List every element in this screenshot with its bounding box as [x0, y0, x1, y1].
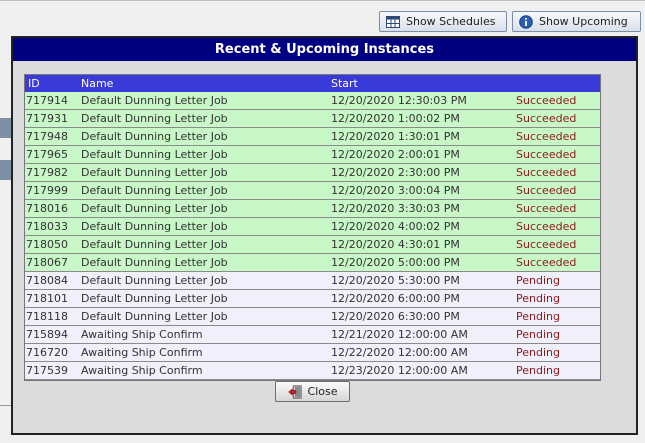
- row-start-cell: 12/20/2020 3:00:04 PM: [331, 184, 460, 197]
- row-start-cell: 12/20/2020 5:30:00 PM: [331, 274, 460, 287]
- instances-grid: ID Name Start 717914 Default Dunning Lett…: [24, 74, 601, 381]
- row-start-cell: 12/20/2020 12:30:03 PM: [331, 94, 467, 107]
- schedule-grid-icon: [386, 15, 400, 29]
- row-status-cell: Succeeded: [516, 166, 577, 179]
- row-status-cell: Pending: [516, 364, 560, 377]
- row-status-cell: Succeeded: [516, 148, 577, 161]
- row-id-cell: 717982: [26, 166, 68, 179]
- recent-upcoming-dialog: Recent & Upcoming Instances ID Name Star…: [11, 36, 638, 435]
- row-start-cell: 12/23/2020 12:00:00 AM: [331, 364, 468, 377]
- row-status-cell: Pending: [516, 292, 560, 305]
- table-row[interactable]: 716720 Awaiting Ship Confirm 12/22/2020 12…: [25, 344, 600, 362]
- row-name-cell: Default Dunning Letter Job: [81, 148, 228, 161]
- row-name-cell: Default Dunning Letter Job: [81, 184, 228, 197]
- grid-header: ID Name Start: [25, 75, 600, 92]
- row-status-cell: Succeeded: [516, 184, 577, 197]
- show-upcoming-label: Show Upcoming: [539, 15, 628, 28]
- row-name-cell: Awaiting Ship Confirm: [81, 364, 203, 377]
- row-id-cell: 718016: [26, 202, 68, 215]
- row-name-cell: Default Dunning Letter Job: [81, 292, 228, 305]
- exit-door-icon: [287, 384, 302, 399]
- table-row[interactable]: 718067 Default Dunning Letter Job 12/20/20…: [25, 254, 600, 272]
- row-id-cell: 715894: [26, 328, 68, 341]
- table-row[interactable]: 718033 Default Dunning Letter Job 12/20/20…: [25, 218, 600, 236]
- column-header-name[interactable]: Name: [81, 77, 113, 90]
- row-id-cell: 717999: [26, 184, 68, 197]
- row-id-cell: 718084: [26, 274, 68, 287]
- row-status-cell: Succeeded: [516, 238, 577, 251]
- table-row[interactable]: 717948 Default Dunning Letter Job 12/20/20…: [25, 128, 600, 146]
- row-id-cell: 718050: [26, 238, 68, 251]
- row-name-cell: Default Dunning Letter Job: [81, 112, 228, 125]
- row-id-cell: 718118: [26, 310, 68, 323]
- show-schedules-label: Show Schedules: [406, 15, 496, 28]
- row-name-cell: Awaiting Ship Confirm: [81, 328, 203, 341]
- row-start-cell: 12/20/2020 2:30:00 PM: [331, 166, 460, 179]
- row-name-cell: Default Dunning Letter Job: [81, 166, 228, 179]
- table-row[interactable]: 717931 Default Dunning Letter Job 12/20/20…: [25, 110, 600, 128]
- row-start-cell: 12/20/2020 3:30:03 PM: [331, 202, 460, 215]
- table-row[interactable]: 718084 Default Dunning Letter Job 12/20/20…: [25, 272, 600, 290]
- row-name-cell: Default Dunning Letter Job: [81, 202, 228, 215]
- row-id-cell: 717965: [26, 148, 68, 161]
- row-start-cell: 12/20/2020 1:00:02 PM: [331, 112, 460, 125]
- row-status-cell: Pending: [516, 310, 560, 323]
- row-start-cell: 12/20/2020 4:00:02 PM: [331, 220, 460, 233]
- window-top-border: [0, 0, 645, 1]
- row-name-cell: Awaiting Ship Confirm: [81, 346, 203, 359]
- row-name-cell: Default Dunning Letter Job: [81, 256, 228, 269]
- row-start-cell: 12/20/2020 6:00:00 PM: [331, 292, 460, 305]
- row-id-cell: 718101: [26, 292, 68, 305]
- row-status-cell: Succeeded: [516, 256, 577, 269]
- row-id-cell: 717539: [26, 364, 68, 377]
- table-row[interactable]: 717982 Default Dunning Letter Job 12/20/20…: [25, 164, 600, 182]
- show-upcoming-button[interactable]: Show Upcoming: [512, 11, 641, 32]
- row-id-cell: 718067: [26, 256, 68, 269]
- column-header-id[interactable]: ID: [28, 77, 40, 90]
- row-start-cell: 12/20/2020 2:00:01 PM: [331, 148, 460, 161]
- row-start-cell: 12/20/2020 1:30:01 PM: [331, 130, 460, 143]
- row-status-cell: Succeeded: [516, 202, 577, 215]
- row-status-cell: Succeeded: [516, 130, 577, 143]
- row-status-cell: Pending: [516, 274, 560, 287]
- table-row[interactable]: 718016 Default Dunning Letter Job 12/20/20…: [25, 200, 600, 218]
- row-name-cell: Default Dunning Letter Job: [81, 238, 228, 251]
- row-start-cell: 12/20/2020 5:00:00 PM: [331, 256, 460, 269]
- row-start-cell: 12/20/2020 6:30:00 PM: [331, 310, 460, 323]
- row-name-cell: Default Dunning Letter Job: [81, 130, 228, 143]
- table-row[interactable]: 717965 Default Dunning Letter Job 12/20/20…: [25, 146, 600, 164]
- row-status-cell: Succeeded: [516, 112, 577, 125]
- info-icon: [519, 14, 533, 29]
- table-row[interactable]: 718101 Default Dunning Letter Job 12/20/20…: [25, 290, 600, 308]
- row-start-cell: 12/22/2020 12:00:00 AM: [331, 346, 468, 359]
- table-row[interactable]: 715894 Awaiting Ship Confirm 12/21/2020 12…: [25, 326, 600, 344]
- row-status-cell: Pending: [516, 328, 560, 341]
- row-id-cell: 716720: [26, 346, 68, 359]
- row-name-cell: Default Dunning Letter Job: [81, 94, 228, 107]
- row-name-cell: Default Dunning Letter Job: [81, 274, 228, 287]
- row-start-cell: 12/21/2020 12:00:00 AM: [331, 328, 468, 341]
- row-name-cell: Default Dunning Letter Job: [81, 220, 228, 233]
- row-start-cell: 12/20/2020 4:30:01 PM: [331, 238, 460, 251]
- dialog-title: Recent & Upcoming Instances: [13, 38, 636, 61]
- row-name-cell: Default Dunning Letter Job: [81, 310, 228, 323]
- grid-rows: 717914 Default Dunning Letter Job 12/20/20…: [25, 92, 600, 380]
- column-header-start[interactable]: Start: [331, 77, 358, 90]
- row-status-cell: Succeeded: [516, 220, 577, 233]
- table-row[interactable]: 718118 Default Dunning Letter Job 12/20/20…: [25, 308, 600, 326]
- table-row[interactable]: 717539 Awaiting Ship Confirm 12/23/2020 12…: [25, 362, 600, 380]
- row-id-cell: 717914: [26, 94, 68, 107]
- table-row[interactable]: 717914 Default Dunning Letter Job 12/20/20…: [25, 92, 600, 110]
- row-id-cell: 718033: [26, 220, 68, 233]
- close-button[interactable]: Close: [275, 381, 350, 402]
- row-status-cell: Succeeded: [516, 94, 577, 107]
- row-id-cell: 717948: [26, 130, 68, 143]
- row-status-cell: Pending: [516, 346, 560, 359]
- table-row[interactable]: 718050 Default Dunning Letter Job 12/20/20…: [25, 236, 600, 254]
- table-row[interactable]: 717999 Default Dunning Letter Job 12/20/20…: [25, 182, 600, 200]
- close-label: Close: [307, 385, 338, 398]
- show-schedules-button[interactable]: Show Schedules: [379, 11, 507, 32]
- row-id-cell: 717931: [26, 112, 68, 125]
